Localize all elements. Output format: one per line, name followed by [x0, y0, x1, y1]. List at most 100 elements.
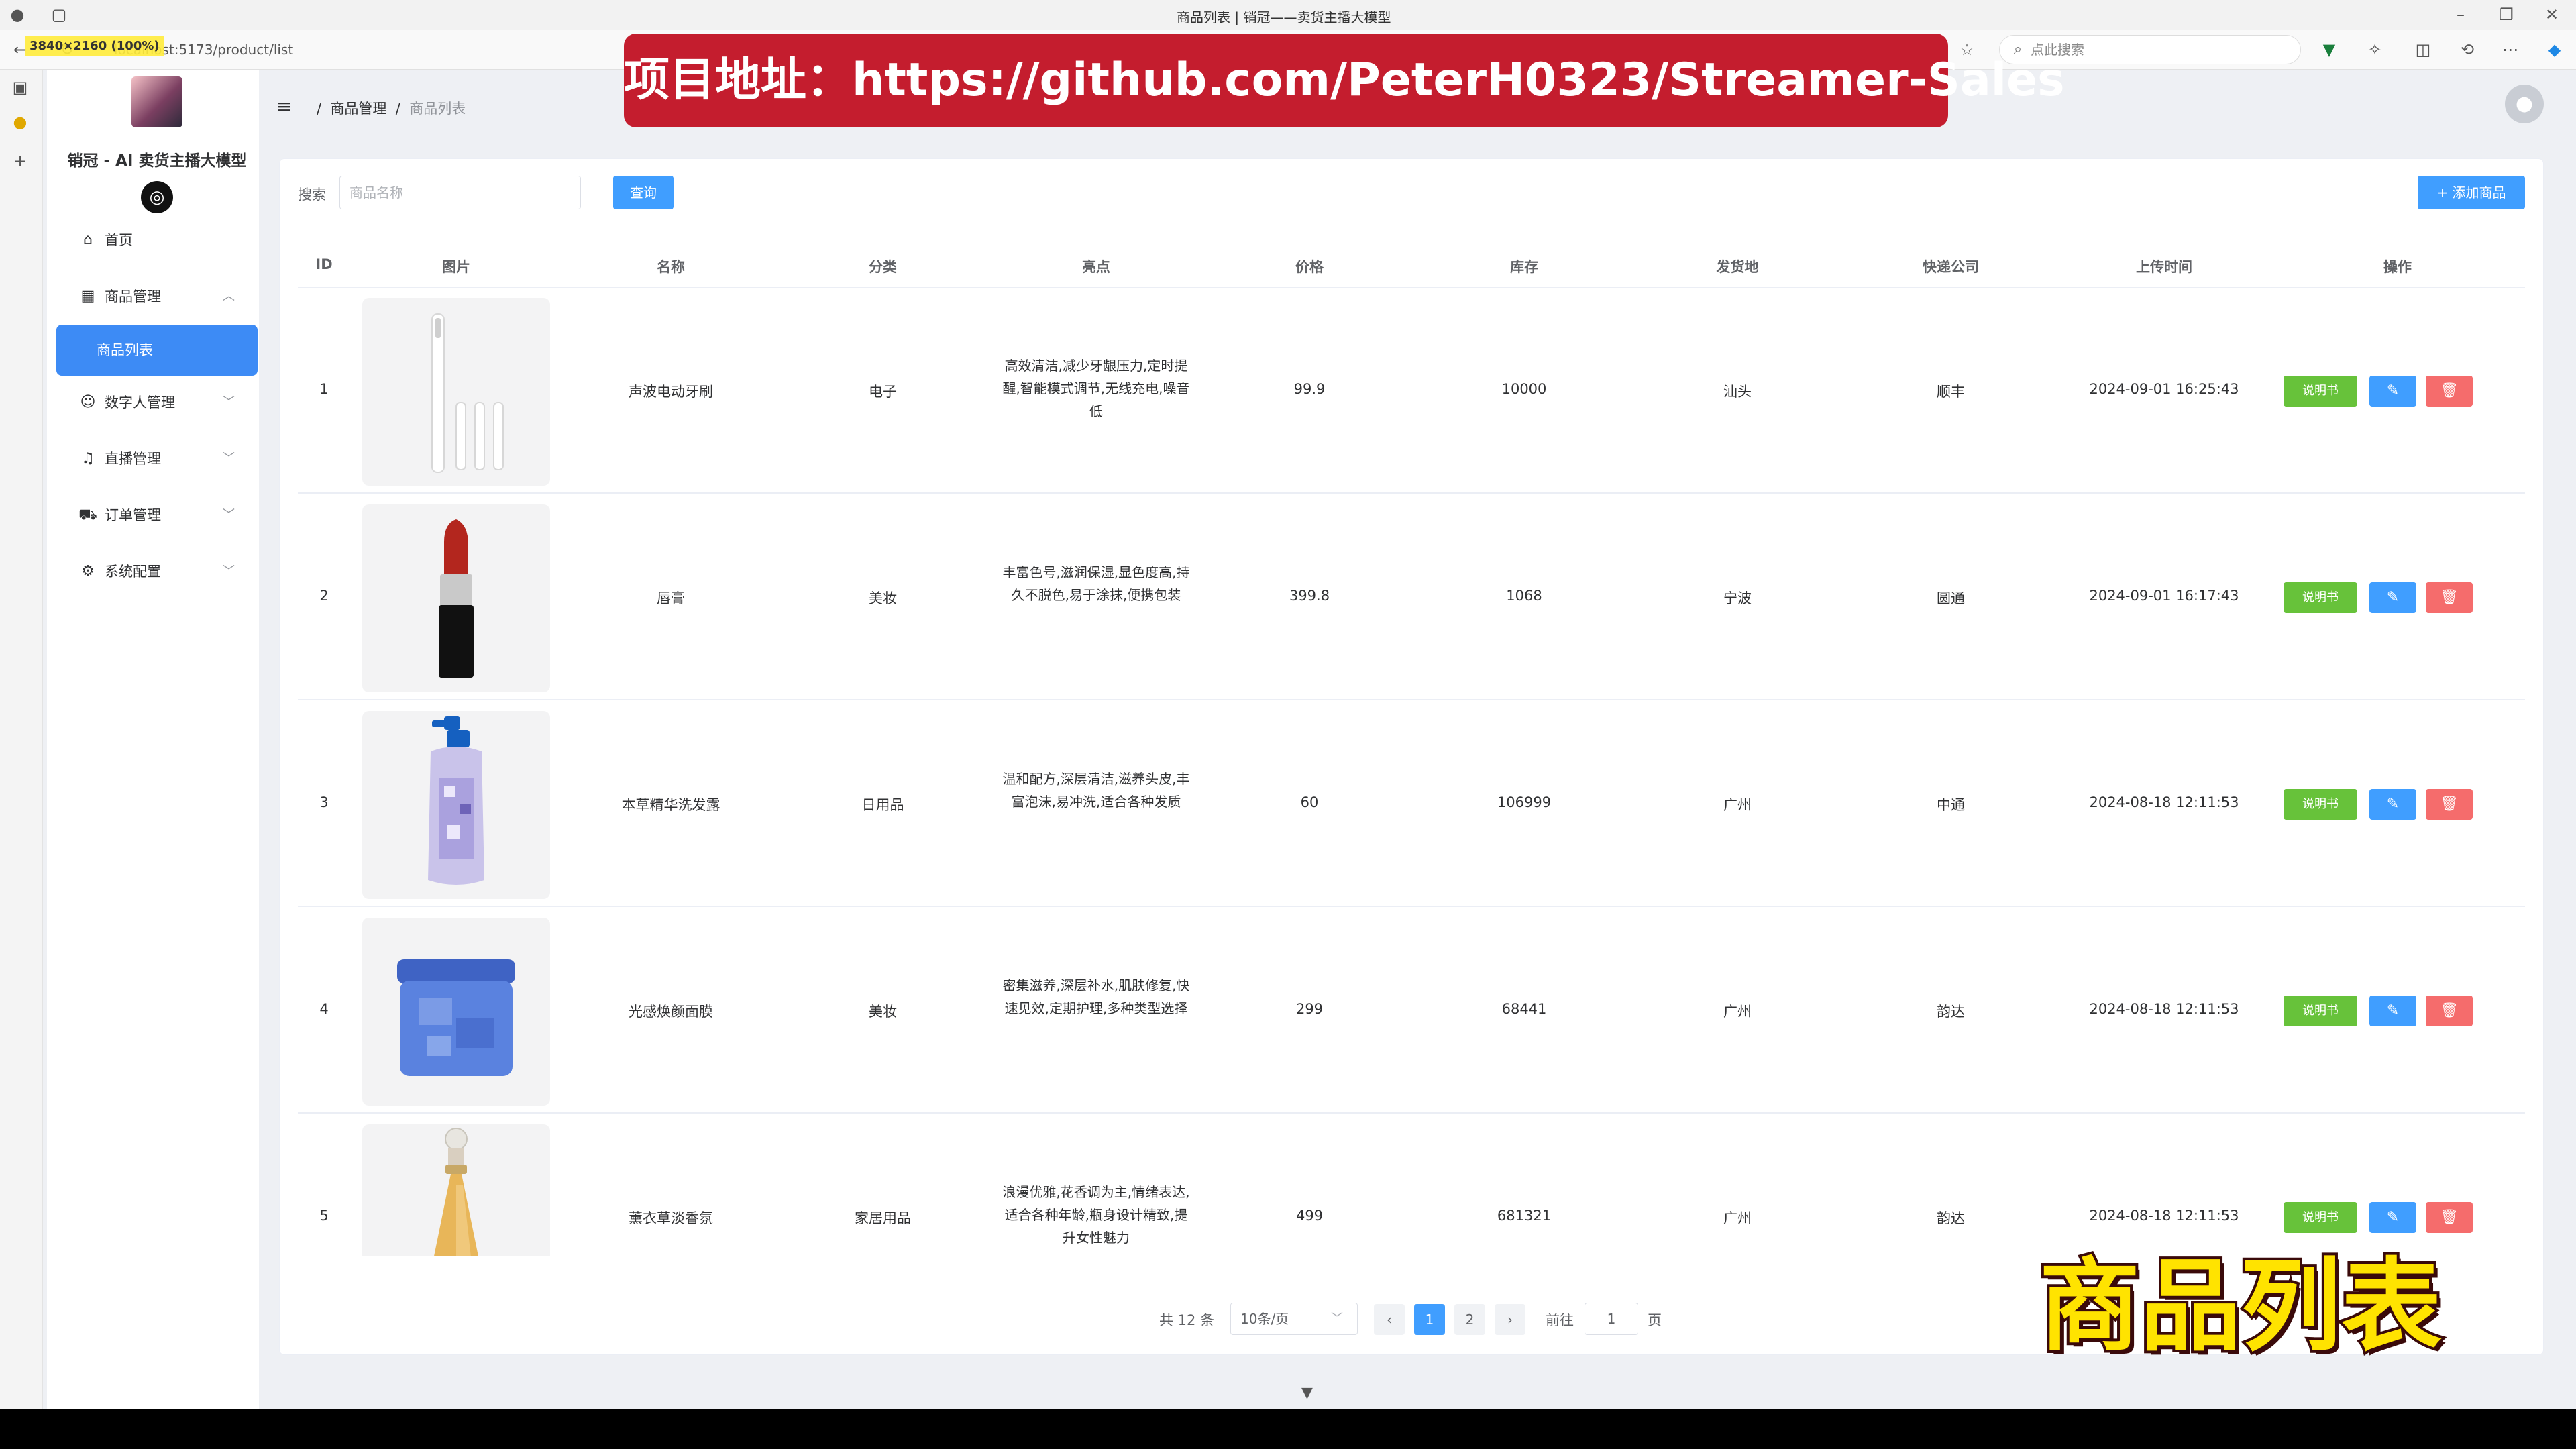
user-avatar[interactable]: ● — [2505, 85, 2544, 123]
page-button-2[interactable]: 2 — [1454, 1304, 1485, 1335]
cell-category: 家居用品 — [855, 1210, 911, 1226]
trash-icon[interactable]: 🗑 — [2426, 582, 2473, 613]
history-icon[interactable]: ⟲ — [2454, 36, 2481, 63]
edit-icon[interactable]: ✎ — [2369, 789, 2416, 820]
home-icon: ⌂ — [83, 231, 93, 248]
add-product-button[interactable]: + 添加商品 — [2418, 176, 2525, 209]
copilot-icon[interactable]: ◆ — [2541, 36, 2568, 63]
table-row: 2 唇膏 美妆 丰富色号,滋润保湿,显色度高,持久不脱色,易于涂抹,便携包装 3… — [298, 498, 2525, 699]
cell-courier: 圆通 — [1937, 590, 1965, 606]
manual-button[interactable]: 说明书 — [2284, 789, 2357, 820]
chevron-down-icon: ﹀ — [1331, 1311, 1343, 1326]
cart-icon: ⛟ — [78, 506, 97, 523]
sidebar-item-orders[interactable]: ⛟ 订单管理 ﹀ — [56, 495, 258, 535]
breadcrumb-item[interactable]: 商品管理 — [330, 101, 386, 117]
cell-upload-time: 2024-09-01 16:17:43 — [2089, 588, 2239, 604]
query-button[interactable]: 查询 — [613, 176, 674, 209]
sidebar-item-product-list[interactable]: 商品列表 — [56, 325, 258, 376]
sidebar-item-digital-human[interactable]: ☺ 数字人管理 ﹀ — [56, 382, 258, 423]
sidebar-item-label: 数字人管理 — [105, 394, 175, 411]
cell-name: 声波电动牙刷 — [629, 384, 713, 400]
sidebar-item-live[interactable]: ♫ 直播管理 ﹀ — [56, 439, 258, 479]
split-view-icon[interactable]: ◫ — [2410, 36, 2436, 63]
resolution-badge: 3840×2160 (100%) — [25, 36, 164, 56]
cell-origin: 广州 — [1723, 1004, 1752, 1020]
column-header: 名称 — [657, 259, 685, 275]
minimize-icon[interactable]: – — [2447, 1, 2474, 28]
scroll-down-icon[interactable]: ▼ — [1301, 1385, 1313, 1401]
breadcrumb: / 商品管理 / 商品列表 — [317, 101, 466, 117]
manual-button[interactable]: 说明书 — [2284, 996, 2357, 1026]
manual-button[interactable]: 说明书 — [2284, 582, 2357, 613]
manual-button[interactable]: 说明书 — [2284, 376, 2357, 407]
app-title: 销冠 - AI 卖货主播大模型 — [67, 152, 247, 170]
cell-stock: 106999 — [1497, 794, 1552, 810]
sidebar-item-label: 直播管理 — [105, 451, 161, 467]
cell-courier: 韵达 — [1937, 1004, 1965, 1020]
edit-icon[interactable]: ✎ — [2369, 582, 2416, 613]
cell-price: 299 — [1295, 1001, 1324, 1017]
edit-icon[interactable]: ✎ — [2369, 376, 2416, 407]
puzzle-icon[interactable]: ✧ — [2361, 36, 2388, 63]
column-header: 亮点 — [1082, 259, 1110, 275]
cell-origin: 宁波 — [1723, 590, 1752, 606]
tabs-panel-icon[interactable]: ▣ — [7, 74, 34, 101]
more-icon[interactable]: ⋯ — [2497, 36, 2524, 63]
column-header: 库存 — [1510, 259, 1538, 275]
cell-upload-time: 2024-08-18 12:11:53 — [2089, 1001, 2239, 1017]
new-tab-icon[interactable]: + — [7, 148, 34, 174]
cell-origin: 广州 — [1723, 1210, 1752, 1226]
product-name-search-input[interactable]: 商品名称 — [339, 176, 581, 209]
edit-icon[interactable]: ✎ — [2369, 996, 2416, 1026]
prev-page-button[interactable]: ‹ — [1374, 1304, 1405, 1335]
sidebar-item-home[interactable]: ⌂ 首页 — [56, 220, 258, 260]
column-header: ID — [315, 256, 333, 272]
trash-icon[interactable]: 🗑 — [2426, 789, 2473, 820]
profile-icon[interactable]: ● — [4, 1, 31, 28]
product-image-perfume — [362, 1124, 550, 1256]
tab-actions-icon[interactable]: ▢ — [46, 1, 72, 28]
page-button-1[interactable]: 1 — [1414, 1304, 1445, 1335]
search-label: 搜索 — [298, 186, 326, 203]
sidebar-item-label: 首页 — [105, 232, 133, 248]
cell-highlight: 温和配方,深层清洁,滋养头皮,丰富泡沫,易冲洗,适合各种发质 — [1002, 771, 1190, 810]
url-input[interactable]: localhost:5173/product/list — [114, 36, 610, 63]
trash-icon[interactable]: 🗑 — [2426, 376, 2473, 407]
product-image-lipstick — [362, 504, 550, 692]
restore-icon[interactable]: ❐ — [2493, 1, 2520, 28]
sidebar-item-label: 系统配置 — [105, 564, 161, 580]
extension-icon[interactable]: ▼ — [2316, 36, 2343, 63]
caption-stamp: 商品列表 — [2037, 1246, 2445, 1368]
project-url-banner: 项目地址：https://github.com/PeterH0323/Strea… — [624, 34, 2065, 127]
cell-stock: 68441 — [1501, 1001, 1547, 1017]
chevron-down-icon: ﹀ — [223, 451, 235, 466]
cell-id: 1 — [319, 381, 329, 397]
sidebar-item-settings[interactable]: ⚙ 系统配置 ﹀ — [56, 551, 258, 592]
pagination-total: 共 12 条 — [1159, 1312, 1215, 1328]
active-tab-icon[interactable]: ● — [7, 109, 34, 136]
cell-stock: 10000 — [1501, 381, 1547, 397]
table-row: 3 本草精华洗发露 日用品 温和配方,深层清洁,滋养头皮,丰富泡沫,易冲洗,适合… — [298, 704, 2525, 906]
trash-icon[interactable]: 🗑 — [2426, 996, 2473, 1026]
row-divider — [298, 906, 2525, 907]
app-sidebar — [47, 70, 259, 1409]
column-header: 价格 — [1295, 259, 1324, 275]
cell-id: 5 — [319, 1208, 329, 1224]
cell-highlight: 密集滋养,深层补水,肌肤修复,快速见效,定期护理,多种类型选择 — [1002, 977, 1190, 1016]
user-icon: ☺ — [80, 394, 96, 411]
product-image-toothbrush — [362, 298, 550, 486]
cell-id: 2 — [319, 588, 329, 604]
menu-toggle-icon[interactable]: ≡ — [276, 95, 292, 117]
browser-tab-title[interactable]: 商品列表 | 销冠——卖货主播大模型 — [1177, 7, 1391, 26]
cell-courier: 中通 — [1937, 797, 1965, 813]
sidebar-item-product-management[interactable]: ▦ 商品管理 ︿ — [56, 276, 258, 317]
chevron-down-icon: ﹀ — [223, 508, 235, 522]
cell-upload-time: 2024-08-18 12:11:53 — [2089, 794, 2239, 810]
cell-category: 日用品 — [861, 797, 904, 813]
github-icon[interactable]: ◎ — [141, 181, 173, 213]
close-window-icon[interactable]: ✕ — [2538, 1, 2565, 28]
cell-highlight: 浪漫优雅,花香调为主,情绪表达,适合各种年龄,瓶身设计精致,提升女性魅力 — [1002, 1184, 1190, 1246]
goto-page-input[interactable]: 1 — [1585, 1303, 1638, 1335]
chevron-down-icon: ﹀ — [223, 564, 235, 578]
next-page-button[interactable]: › — [1495, 1304, 1525, 1335]
